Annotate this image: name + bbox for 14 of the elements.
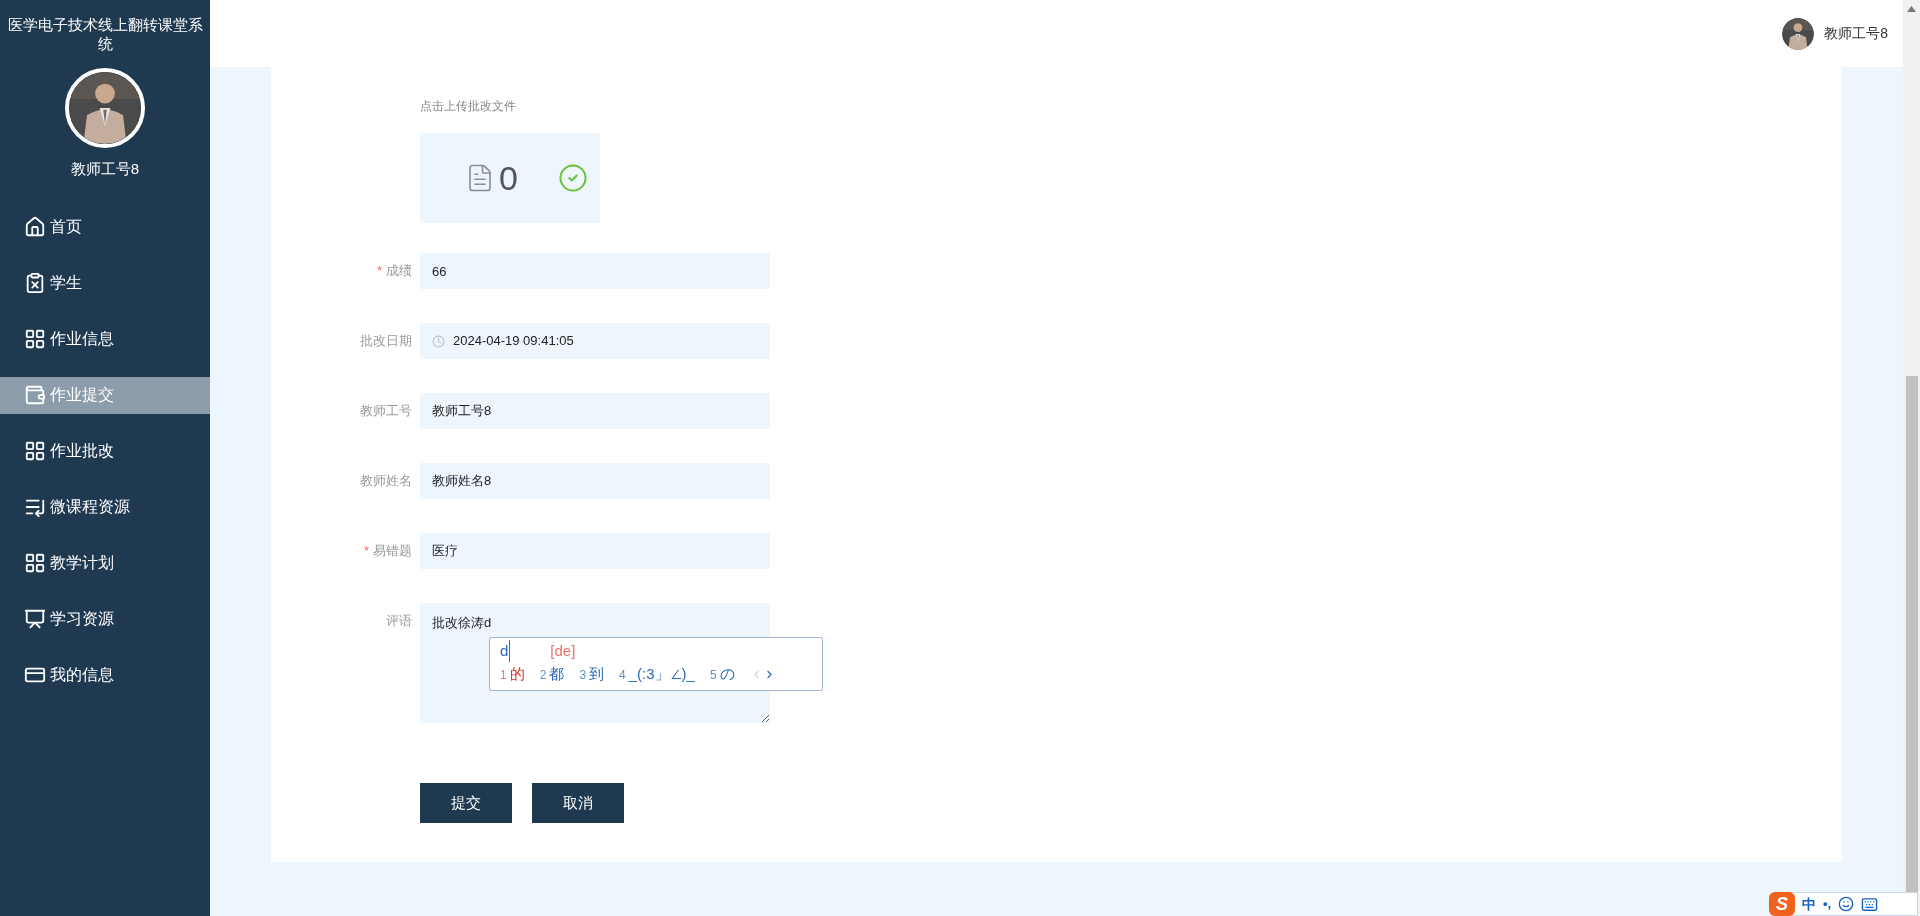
- field-label: 成绩: [386, 262, 412, 281]
- file-count: 0: [499, 157, 518, 199]
- required-mark: *: [363, 542, 369, 561]
- upload-label: 点击上传批改文件: [420, 98, 517, 115]
- field-label: 易错题: [373, 542, 412, 561]
- field-label: 评语: [386, 612, 412, 631]
- field-label: 教师姓名: [360, 472, 412, 491]
- field-label: 批改日期: [360, 332, 412, 351]
- required-mark: *: [376, 262, 382, 281]
- app-title: 医学电子技术线上翻转课堂系统: [6, 15, 204, 53]
- ime-pinyin: [de]: [550, 641, 576, 661]
- ime-composition: d: [500, 640, 511, 662]
- field-label: 教师工号: [360, 402, 412, 421]
- user-name: 教师工号8: [70, 159, 140, 179]
